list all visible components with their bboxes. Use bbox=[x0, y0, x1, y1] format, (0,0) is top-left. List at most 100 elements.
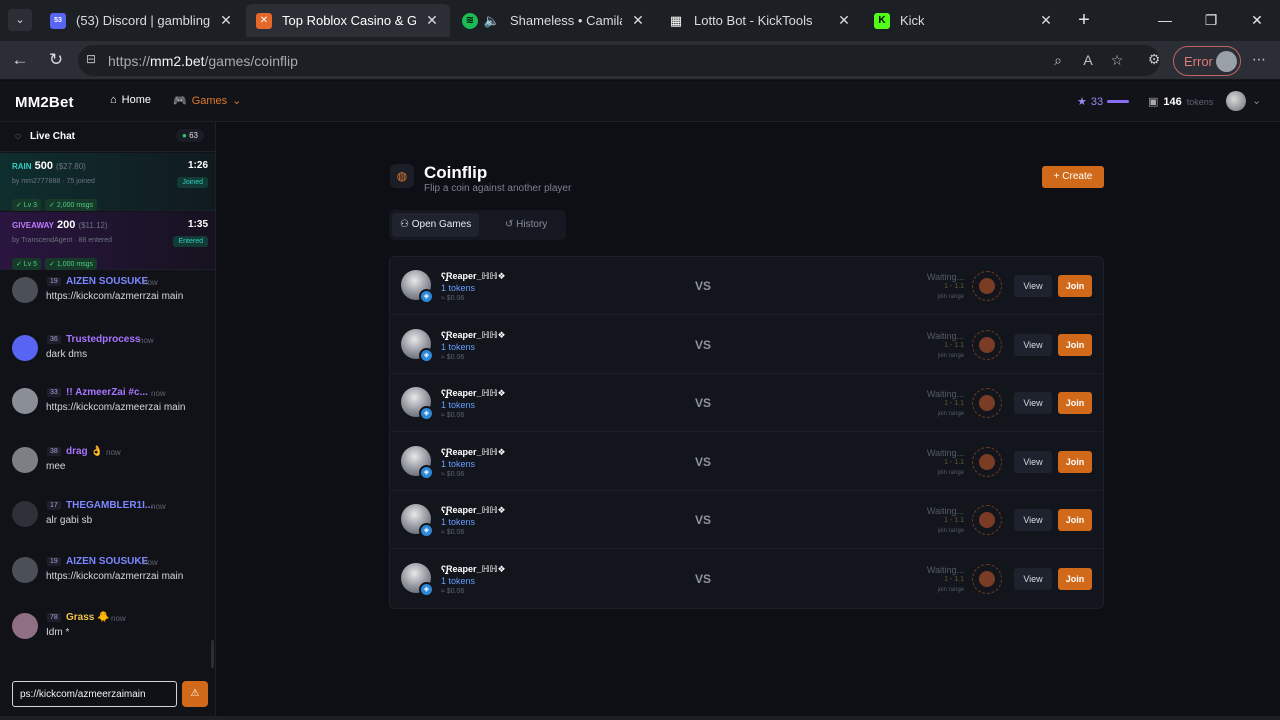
vs-label: VS bbox=[695, 396, 712, 411]
view-button[interactable]: View bbox=[1014, 275, 1052, 297]
close-icon[interactable]: ✕ bbox=[424, 12, 440, 29]
nav-games[interactable]: 🎮 Games ⌄ bbox=[173, 94, 242, 108]
tab-kick[interactable]: K Kick ✕ bbox=[864, 4, 1064, 37]
view-button[interactable]: View bbox=[1014, 392, 1052, 415]
chevron-down-icon[interactable]: ⌄ bbox=[1252, 94, 1261, 107]
new-tab-button[interactable]: + bbox=[1069, 8, 1099, 32]
speaker-icon[interactable]: 🔈 bbox=[484, 13, 500, 29]
token-balance[interactable]: ▣ 146 tokens bbox=[1148, 95, 1213, 109]
username[interactable]: Grass 🐥 bbox=[66, 612, 110, 623]
minimize-icon[interactable]: — bbox=[1150, 8, 1180, 32]
level-badge: 19 bbox=[47, 557, 61, 566]
restore-icon[interactable]: ❐ bbox=[1196, 8, 1226, 32]
avatar[interactable] bbox=[12, 447, 38, 473]
nav-home[interactable]: ⌂ Home bbox=[110, 94, 151, 106]
back-icon[interactable]: ← bbox=[8, 49, 32, 73]
view-button[interactable]: View bbox=[1014, 333, 1052, 356]
empty-slot-coin-icon bbox=[972, 388, 1002, 419]
url-text: https://mm2.bet/games/coinflip bbox=[108, 53, 298, 69]
tab-title: (53) Discord | gambling bbox=[76, 13, 210, 28]
profile-error-button[interactable]: Error bbox=[1173, 46, 1241, 76]
close-icon[interactable]: ✕ bbox=[836, 12, 852, 29]
tab-history[interactable]: ↺ History bbox=[497, 213, 555, 237]
tab-title: Top Roblox Casino & Gambl bbox=[282, 13, 416, 28]
avatar[interactable] bbox=[12, 613, 38, 639]
user-avatar[interactable] bbox=[1226, 91, 1246, 111]
gamepad-icon: 🎮 bbox=[173, 95, 187, 107]
close-icon[interactable]: ✕ bbox=[218, 12, 234, 29]
chevron-down-icon: ⌄ bbox=[232, 95, 242, 107]
send-icon[interactable]: ⚠ bbox=[182, 681, 208, 707]
wallet-icon: ▣ bbox=[1148, 96, 1159, 108]
url-field[interactable]: ⊟ https://mm2.bet/games/coinflip ⌕ A ☆ bbox=[78, 45, 1160, 76]
favorite-star-icon[interactable]: ☆ bbox=[1107, 52, 1127, 70]
player-name: ʕ̡̢̡Reaper_ℍℍ❖ bbox=[441, 505, 506, 516]
site-logo[interactable]: MM2Bet bbox=[15, 94, 74, 111]
waiting-status: Waiting... 1 - 1.1 join range bbox=[927, 506, 964, 536]
username[interactable]: AIZEN SOUSUKE bbox=[66, 276, 148, 287]
avatar[interactable] bbox=[12, 501, 38, 527]
giveaway-card[interactable]: GIVEAWAY 200 ($11.12) by TranscendAgent … bbox=[0, 212, 215, 270]
chat-input[interactable]: ps://kickcom/azmeerzaimain bbox=[12, 681, 177, 707]
username[interactable]: Trustedprocess bbox=[66, 334, 140, 345]
join-button[interactable]: Join bbox=[1058, 333, 1092, 356]
join-button[interactable]: Join bbox=[1058, 509, 1092, 532]
tab-discord[interactable]: 53 (53) Discord | gambling ✕ bbox=[40, 4, 244, 37]
avatar[interactable] bbox=[12, 557, 38, 583]
tab-open-games[interactable]: ⚇ Open Games bbox=[392, 213, 480, 237]
tab-open-games-label: Open Games bbox=[411, 219, 472, 230]
chat-scrollbar[interactable] bbox=[211, 640, 214, 668]
waiting-status: Waiting... 1 - 1.1 join range bbox=[927, 331, 964, 361]
chat-header: ◌ Live Chat ● 63 bbox=[0, 122, 215, 152]
zoom-icon[interactable]: ⌕ bbox=[1048, 52, 1068, 70]
avatar[interactable] bbox=[12, 277, 38, 303]
bet-usd: ≈ $0.06 bbox=[441, 295, 465, 302]
giveaway-timer: 1:35 bbox=[187, 219, 208, 230]
close-icon[interactable]: ✕ bbox=[1038, 12, 1054, 29]
site-header: MM2Bet ⌂ Home 🎮 Games ⌄ ★ 33 ▣ 146 tokens ⌄ bbox=[0, 81, 1280, 122]
view-button[interactable]: View bbox=[1014, 509, 1052, 532]
more-menu-icon[interactable]: ⋯ bbox=[1249, 51, 1269, 69]
join-button[interactable]: Join bbox=[1058, 392, 1092, 415]
waiting-status: Waiting... 1 - 1.1 join range bbox=[927, 565, 964, 595]
view-button[interactable]: View bbox=[1014, 568, 1052, 590]
close-window-icon[interactable]: ✕ bbox=[1242, 8, 1272, 32]
join-button[interactable]: Join bbox=[1058, 275, 1092, 297]
username[interactable]: drag 👌 bbox=[66, 446, 103, 457]
spotify-icon: ≋ bbox=[462, 12, 478, 29]
close-icon[interactable]: ✕ bbox=[630, 12, 646, 29]
main-content: ◍ Coinflip Flip a coin against another p… bbox=[217, 122, 1280, 716]
join-range-value: 1 - 1.1 bbox=[944, 517, 964, 525]
game-row: ◈ ʕ̡̢̡Reaper_ℍℍ❖ 1 tokens ≈ $0.06 VS Waiting.… bbox=[390, 316, 1103, 374]
tab-spotify[interactable]: ≋ 🔈 Shameless • Camila Cab ✕ bbox=[452, 4, 656, 37]
avatar[interactable] bbox=[12, 388, 38, 414]
username[interactable]: THEGAMBLER1I... bbox=[66, 500, 153, 511]
level-badge: 78 bbox=[47, 613, 61, 622]
join-button[interactable]: Join bbox=[1058, 568, 1092, 590]
rain-timer: 1:26 bbox=[187, 160, 208, 171]
profile-avatar bbox=[1216, 51, 1237, 72]
waiting-status: Waiting... 1 - 1.1 join range bbox=[927, 272, 964, 302]
join-range-label: join range bbox=[937, 294, 964, 300]
window-bottom-edge bbox=[0, 716, 1280, 720]
join-button[interactable]: Join bbox=[1058, 450, 1092, 473]
join-range-label: join range bbox=[937, 528, 964, 535]
read-aloud-icon[interactable]: A bbox=[1078, 52, 1098, 70]
discord-icon: 53 bbox=[50, 12, 66, 29]
view-button[interactable]: View bbox=[1014, 450, 1052, 473]
extensions-icon[interactable]: ⚙ bbox=[1144, 51, 1164, 69]
username[interactable]: AIZEN SOUSUKE bbox=[66, 556, 148, 567]
avatar[interactable] bbox=[12, 335, 38, 361]
reload-icon[interactable]: ↻ bbox=[44, 49, 68, 73]
create-button[interactable]: + Create bbox=[1042, 166, 1104, 188]
username[interactable]: !! AzmeerZai #c... bbox=[66, 387, 148, 398]
rain-card[interactable]: RAIN 500 ($27.80) by mm2777888 · 75 join… bbox=[0, 153, 215, 211]
rain-joined-badge: Joined bbox=[177, 177, 208, 188]
tab-list-chevron-icon[interactable]: ⌄ bbox=[8, 9, 32, 31]
level-badge: 17 bbox=[47, 501, 61, 510]
message-text: https://kickcom/azmeerzai main bbox=[46, 402, 186, 413]
online-count-badge: ● 63 bbox=[176, 129, 204, 142]
site-info-icon[interactable]: ⊟ bbox=[86, 52, 102, 68]
tab-mm2bet[interactable]: ✕ Top Roblox Casino & Gambl ✕ bbox=[246, 4, 450, 37]
tab-kicktools[interactable]: ▦ Lotto Bot - KickTools ✕ bbox=[658, 4, 862, 37]
